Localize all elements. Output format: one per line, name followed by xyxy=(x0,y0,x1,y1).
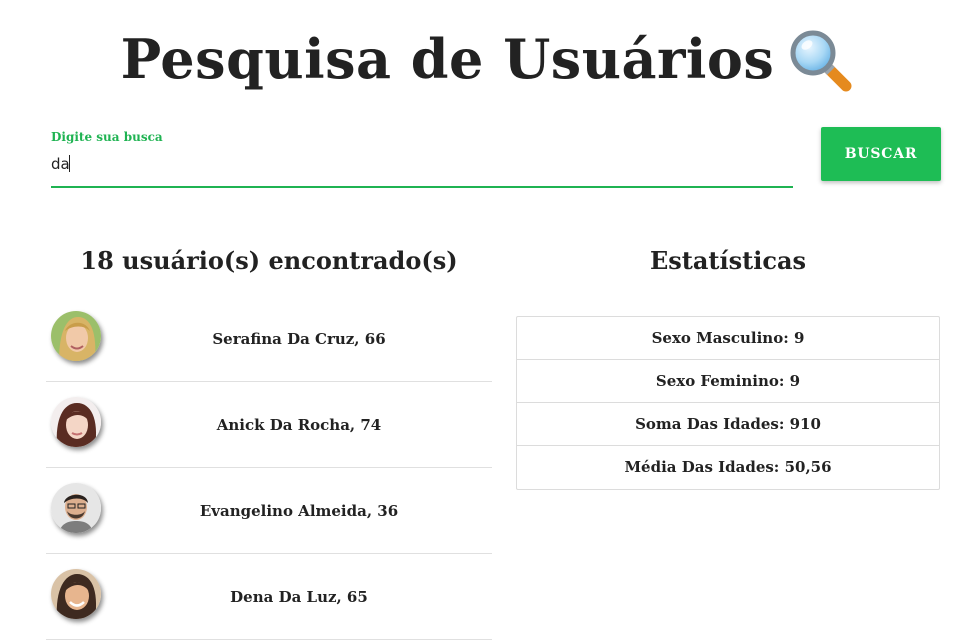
avatar xyxy=(51,483,101,533)
avatar xyxy=(51,311,101,361)
avatar-photo-smiling-woman xyxy=(51,569,101,619)
list-item: Anick Da Rocha, 74 xyxy=(46,382,492,468)
user-name: Anick Da Rocha, 74 xyxy=(216,416,382,434)
users-count-title: 18 usuário(s) encontrado(s) xyxy=(80,246,458,275)
stat-female-count: Sexo Feminino: 9 xyxy=(517,360,939,403)
avatar-photo-man-with-beard xyxy=(51,483,101,533)
avatar-photo-dark-haired-woman xyxy=(51,397,101,447)
avatar-photo-blonde-woman xyxy=(51,311,101,361)
stat-male-count: Sexo Masculino: 9 xyxy=(517,317,939,360)
user-name: Serafina Da Cruz, 66 xyxy=(212,330,386,348)
user-list: Serafina Da Cruz, 66 Anick Da Rocha, 74 xyxy=(46,296,492,640)
text-caret xyxy=(69,155,70,172)
avatar xyxy=(51,569,101,619)
user-name: Evangelino Almeida, 36 xyxy=(199,502,399,520)
stat-age-average: Média Das Idades: 50,56 xyxy=(624,458,832,476)
page-title: Pesquisa de Usuários xyxy=(120,27,775,91)
search-input[interactable] xyxy=(51,150,793,188)
user-name: Dena Da Luz, 65 xyxy=(230,588,368,606)
search-button[interactable]: BUSCAR xyxy=(821,127,941,181)
avatar xyxy=(51,397,101,447)
list-item: Serafina Da Cruz, 66 xyxy=(46,296,492,382)
statistics-title: Estatísticas xyxy=(649,246,807,275)
stat-age-sum: Soma Das Idades: 910 xyxy=(517,403,939,446)
list-item: Evangelino Almeida, 36 xyxy=(46,468,492,554)
user-search-page: Pesquisa de Usuários Digite sua busca BU… xyxy=(0,0,975,641)
list-item: Dena Da Luz, 65 xyxy=(46,554,492,640)
statistics-table: Sexo Masculino: 9 Sexo Feminino: 9 Soma … xyxy=(516,316,940,490)
magnifying-glass-icon xyxy=(790,30,852,92)
search-label: Digite sua busca xyxy=(51,130,163,144)
header: Pesquisa de Usuários xyxy=(0,26,975,92)
